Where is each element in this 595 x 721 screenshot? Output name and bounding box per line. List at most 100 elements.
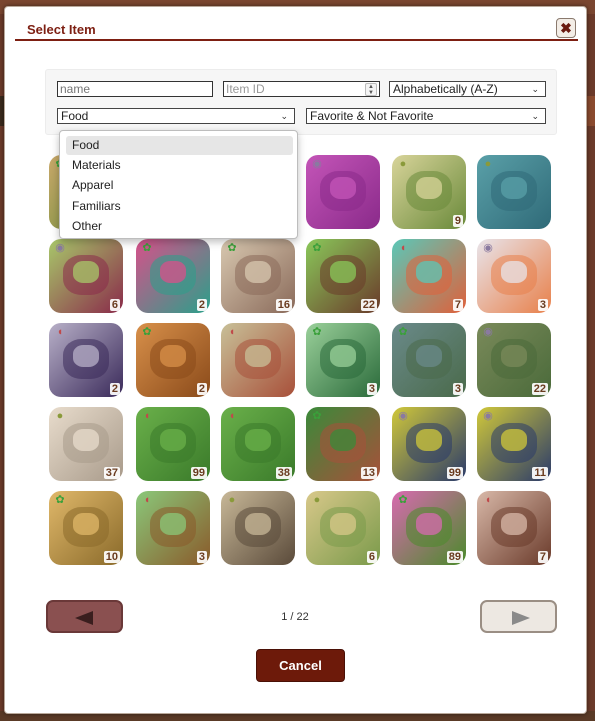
dropdown-option-apparel[interactable]: Apparel (66, 176, 293, 195)
item-tile[interactable]: ✿ 16 (221, 239, 295, 313)
close-icon: ✖ (560, 20, 572, 36)
item-tile[interactable]: ✿ 10 (49, 491, 123, 565)
meat-badge-icon: ◖ (228, 410, 236, 422)
name-input[interactable] (57, 81, 213, 97)
favorite-select[interactable]: Favorite & Not Favorite ⌄ (306, 108, 546, 124)
meat-badge-icon: ◖ (56, 326, 64, 338)
item-tile[interactable]: ◖ 3 (136, 491, 210, 565)
shell-badge-icon: ◉ (312, 158, 322, 170)
item-artwork-highlight (245, 513, 271, 535)
item-tile[interactable]: ✿ 13 (306, 407, 380, 481)
category-select[interactable]: Food ⌄ (57, 108, 295, 124)
item-tile[interactable]: ✿ 2 (136, 239, 210, 313)
dropdown-option-familiars[interactable]: Familiars (66, 197, 293, 216)
shell-badge-icon: ◉ (55, 242, 65, 254)
number-spinner-icon[interactable]: ▲ ▼ (365, 83, 377, 96)
item-quantity: 3 (196, 551, 207, 563)
item-id-placeholder: Item ID (226, 82, 265, 96)
item-quantity: 22 (360, 299, 377, 311)
beetle-badge-icon: ● (399, 158, 407, 170)
item-quantity: 89 (446, 551, 463, 563)
item-artwork-highlight (416, 177, 442, 199)
item-tile[interactable]: ● 37 (49, 407, 123, 481)
item-tile[interactable]: ◖ 2 (49, 323, 123, 397)
leaf-badge-icon: ✿ (312, 326, 322, 338)
item-tile[interactable]: ✿ 89 (392, 491, 466, 565)
leaf-badge-icon: ✿ (312, 242, 322, 254)
item-quantity: 38 (275, 467, 292, 479)
item-tile[interactable]: ● 6 (306, 491, 380, 565)
right-triangle-icon (512, 611, 530, 625)
dialog-title: Select Item (27, 22, 96, 37)
item-artwork-highlight (330, 513, 356, 535)
item-tile[interactable]: ◉ 3 (477, 239, 551, 313)
item-id-field[interactable]: Item ID ▲ ▼ (223, 81, 380, 97)
item-artwork-highlight (501, 261, 527, 283)
item-quantity: 6 (366, 551, 377, 563)
beetle-badge-icon: ● (228, 494, 236, 506)
sort-select[interactable]: Alphabetically (A-Z) ⌄ (389, 81, 546, 97)
beetle-badge-icon: ● (313, 494, 321, 506)
item-artwork-highlight (330, 429, 356, 451)
item-artwork-highlight (501, 429, 527, 451)
chevron-down-icon: ⌄ (531, 84, 539, 94)
leaf-badge-icon: ✿ (227, 242, 237, 254)
left-triangle-icon (75, 611, 93, 625)
item-tile[interactable]: ◉ (306, 155, 380, 229)
sort-select-value: Alphabetically (A-Z) (393, 82, 498, 96)
item-artwork-highlight (416, 345, 442, 367)
leaf-badge-icon: ✿ (312, 410, 322, 422)
previous-page-button[interactable] (46, 600, 123, 633)
beetle-badge-icon: ● (56, 410, 64, 422)
meat-badge-icon: ◖ (143, 494, 151, 506)
dropdown-option-food[interactable]: Food (66, 136, 293, 155)
item-tile[interactable]: ✿ 3 (306, 323, 380, 397)
item-tile[interactable]: ◖ 99 (136, 407, 210, 481)
item-tile[interactable]: ● (477, 155, 551, 229)
item-tile[interactable]: ✿ 2 (136, 323, 210, 397)
item-tile[interactable]: ✿ 22 (306, 239, 380, 313)
shell-badge-icon: ◉ (483, 326, 493, 338)
cancel-button[interactable]: Cancel (256, 649, 345, 682)
item-artwork-highlight (160, 513, 186, 535)
dropdown-option-other[interactable]: Other (66, 217, 293, 236)
item-artwork-highlight (330, 261, 356, 283)
item-quantity: 99 (446, 467, 463, 479)
item-artwork-highlight (245, 345, 271, 367)
dropdown-option-materials[interactable]: Materials (66, 156, 293, 175)
item-tile[interactable]: ◖ 7 (477, 491, 551, 565)
item-tile[interactable]: ◉ 99 (392, 407, 466, 481)
category-select-value: Food (61, 109, 89, 123)
item-artwork-highlight (330, 345, 356, 367)
item-artwork-highlight (73, 345, 99, 367)
item-quantity: 22 (531, 383, 548, 395)
item-quantity: 7 (452, 299, 463, 311)
page-indicator: 1 / 22 (281, 611, 309, 623)
leaf-badge-icon: ✿ (142, 242, 152, 254)
item-tile[interactable]: ● 9 (392, 155, 466, 229)
item-tile[interactable]: ● (221, 491, 295, 565)
item-tile[interactable]: ◉ 22 (477, 323, 551, 397)
item-quantity: 2 (196, 299, 207, 311)
close-button[interactable]: ✖ (556, 18, 576, 38)
beetle-badge-icon: ● (484, 158, 492, 170)
item-tile[interactable]: ◖ (221, 323, 295, 397)
item-quantity: 3 (452, 383, 463, 395)
item-quantity: 3 (366, 383, 377, 395)
item-tile[interactable]: ◉ 6 (49, 239, 123, 313)
shell-badge-icon: ◉ (398, 410, 408, 422)
item-quantity: 2 (109, 383, 120, 395)
item-quantity: 16 (275, 299, 292, 311)
item-tile[interactable]: ◉ 11 (477, 407, 551, 481)
item-tile[interactable]: ✿ 3 (392, 323, 466, 397)
item-artwork-highlight (501, 177, 527, 199)
item-tile[interactable]: ◖ 38 (221, 407, 295, 481)
item-tile[interactable]: ◖ 7 (392, 239, 466, 313)
item-artwork-highlight (501, 513, 527, 535)
meat-badge-icon: ◖ (399, 242, 407, 254)
meat-badge-icon: ◖ (228, 326, 236, 338)
item-quantity: 7 (537, 551, 548, 563)
next-page-button[interactable] (480, 600, 557, 633)
item-quantity: 10 (103, 551, 120, 563)
favorite-select-value: Favorite & Not Favorite (310, 109, 434, 123)
